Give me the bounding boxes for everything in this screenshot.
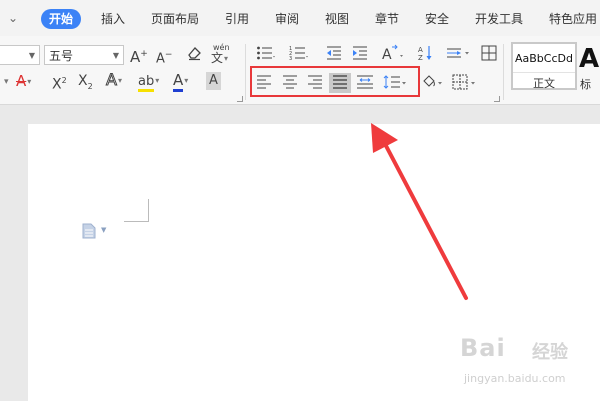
watermark-url: jingyan.baidu.com <box>464 372 566 385</box>
baidu-watermark: Bai 经验 jingyan.baidu.com <box>460 334 595 394</box>
watermark-suffix: 经验 <box>532 342 568 363</box>
watermark-brand: Bai <box>460 334 506 362</box>
